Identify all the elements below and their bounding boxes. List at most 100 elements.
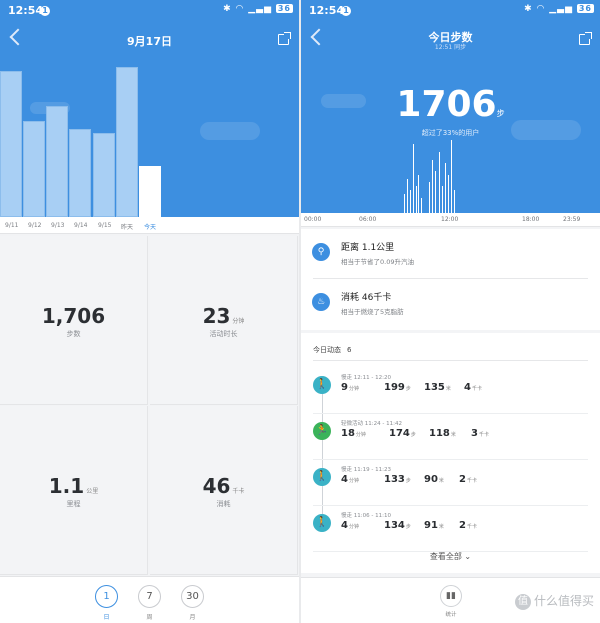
location-pin-icon: ⚲ [312,243,330,261]
daily-history-screen: 12:54 1 ✱ ◠ ▁▃▅ 36 9月17日 9/11 9/12 9/13 9/1… [0,0,299,623]
activity-item[interactable]: 🚶 慢走 11:06 - 11:10 4分钟 134步 91米 2千卡 [301,506,600,552]
activity-header: 今日动态 6 [313,345,351,355]
stat-duration-unit: 分钟 [232,318,245,325]
distance-row[interactable]: ⚲ 距离 1.1公里 相当于节省了0.09升汽油 [301,231,600,279]
x-tick-label[interactable]: 今天 [144,222,156,231]
walking-icon: 🚶 [313,468,331,486]
calories-row[interactable]: ♨ 消耗 46千卡 相当于燃烧了5克脂肪 [301,281,600,329]
status-icons-right: ✱ ◠ ▁▃▅ 36 [524,4,594,14]
status-bar-right: 12:54 1 ✱ ◠ ▁▃▅ 36 [301,0,600,22]
hourly-spike [418,175,420,213]
view-all-link[interactable]: 查看全部 ⌄ [301,551,600,562]
battery-icon: 36 [275,4,293,13]
hourly-spike [410,190,412,213]
activity-item[interactable]: 🏃 轻微活动 11:24 - 11:42 18分钟 174步 118米 3千卡 [301,414,600,460]
today-steps-screen: 12:54 1 ✱ ◠ ▁▃▅ 36 今日步数 12:51 同步 1706步 超… [301,0,600,623]
activity-type: 慢走 12:11 - 12:20 [341,375,391,381]
divider [313,278,588,279]
notification-icon: 1 [40,6,50,16]
x-tick-label[interactable]: 昨天 [121,222,133,231]
chevron-down-icon: ⌄ [464,552,472,561]
activity-type: 轻微活动 11:24 - 11:42 [341,421,402,427]
time-tick-label: 23:59 [563,216,581,223]
daily-bar[interactable] [116,67,138,217]
stat-distance-value: 1.1 [48,474,85,498]
steps-header: 今日步数 12:51 同步 1706步 超过了33%的用户 [301,22,600,213]
time-tick-label: 00:00 [304,216,322,223]
hourly-spike [454,190,456,213]
statistics-icon[interactable]: ▮▮ [440,585,462,607]
activity-type: 慢走 11:06 - 11:10 [341,513,391,519]
activity-item[interactable]: 🚶 慢走 12:11 - 12:20 9分钟 199步 135米 4千卡 [301,368,600,414]
walking-icon: 🚶 [313,376,331,394]
daily-bar[interactable] [93,133,115,217]
stat-steps-value: 1,706 [41,304,106,328]
watermark-badge: 值 [514,593,531,610]
daily-bar[interactable] [0,71,22,217]
stat-duration-value: 23 [202,304,231,328]
hourly-spike [448,175,450,213]
period-day-label: 日 [103,614,110,621]
time-tick-label: 06:00 [359,216,377,223]
hourly-spike [439,152,441,213]
period-week-button[interactable]: 7 [138,585,161,608]
time-tick-label: 12:00 [441,216,459,223]
flame-icon: ♨ [312,293,330,311]
period-month-button[interactable]: 30 [181,585,204,608]
stat-distance-unit: 公里 [86,488,99,495]
hourly-spike [429,182,431,213]
bottom-bar: ▮▮ 统计 值什么值得买 [301,577,600,623]
hourly-spike [435,171,437,213]
activity-item[interactable]: 🚶 慢走 11:19 - 11:23 4分钟 133步 90米 2千卡 [301,460,600,506]
hourly-spike [432,160,434,213]
activity-type: 慢走 11:19 - 11:23 [341,467,391,473]
period-selector: 1 日 7 周 30 月 [0,576,299,623]
distance-title: 距离 1.1公里 [341,243,395,253]
hourly-spike [451,140,453,213]
daily-bar[interactable] [139,166,161,217]
distance-sub: 相当于节省了0.09升汽油 [341,258,414,266]
daily-bar[interactable] [23,121,45,217]
statistics-label: 统计 [445,612,457,618]
daily-bar[interactable] [46,106,68,217]
stats-grid: 1,706 步数 23 分钟 活动时长 1.1 公里 里程 46 千卡 消耗 [0,236,299,575]
stat-calories-unit: 千卡 [232,488,245,495]
daily-bar-chart [0,22,299,217]
divider [313,360,588,361]
hourly-spike [442,186,444,213]
period-day-button[interactable]: 1 [95,585,118,608]
stat-distance-label: 里程 [66,500,81,508]
walking-icon: 🚶 [313,514,331,532]
hourly-spike [407,179,409,213]
x-tick-label[interactable]: 9/14 [74,222,87,229]
watermark-text: 什么值得买 [533,594,594,608]
stat-calories: 46 千卡 消耗 [150,406,298,575]
hourly-spike [413,144,415,213]
screenshot: 12:54 1 ✱ ◠ ▁▃▅ 36 9月17日 9/11 9/12 9/13 9/1… [0,0,600,623]
stat-steps: 1,706 步数 [0,236,148,405]
status-icons: ✱ ◠ ▁▃▅ 36 [223,4,293,14]
stat-duration: 23 分钟 活动时长 [150,236,298,405]
hourly-spike [445,163,447,213]
period-month-label: 月 [189,614,196,621]
stat-steps-label: 步数 [66,330,81,338]
watermark: 值什么值得买 [514,592,594,610]
light-activity-icon: 🏃 [313,422,331,440]
x-tick-label[interactable]: 9/15 [98,222,111,229]
daily-bar[interactable] [69,129,91,217]
status-time-right: 12:54 [309,4,345,17]
x-tick-label[interactable]: 9/11 [5,222,18,229]
calories-title: 消耗 46千卡 [341,293,392,303]
summary-card: ⚲ 距离 1.1公里 相当于节省了0.09升汽油 ♨ 消耗 46千卡 相当于燃烧… [301,229,600,330]
status-time: 12:54 [8,4,44,17]
stat-duration-label: 活动时长 [209,330,238,338]
hourly-spike [421,198,423,213]
activity-count: 6 [347,346,352,354]
notification-icon-right: 1 [341,6,351,16]
x-tick-label[interactable]: 9/13 [51,222,64,229]
stat-calories-label: 消耗 [216,500,231,508]
calories-sub: 相当于燃烧了5克脂肪 [341,308,404,316]
x-tick-label[interactable]: 9/12 [28,222,41,229]
hourly-step-chart [301,22,600,213]
hourly-spike [404,194,406,213]
